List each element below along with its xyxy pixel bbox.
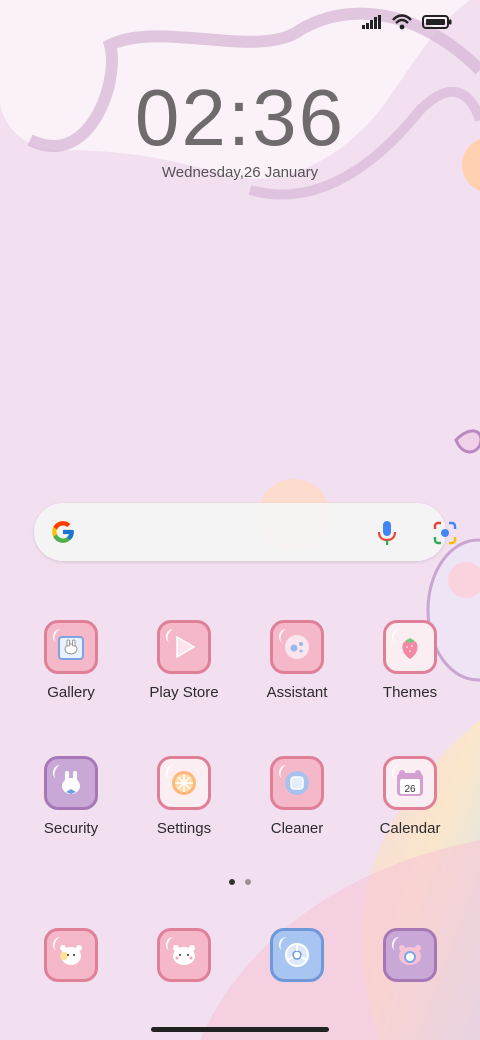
play-store-triangle-icon [157, 620, 211, 674]
clock-date[interactable]: Wednesday,26 January [0, 164, 480, 181]
app-calendar[interactable]: 26 Calendar [354, 756, 466, 837]
page-dot-active[interactable] [229, 879, 235, 885]
clock-time[interactable]: 02:36 [0, 72, 480, 164]
battery-icon [422, 15, 452, 34]
app-label: Security [43, 820, 99, 837]
app-gallery[interactable]: Gallery [15, 620, 127, 701]
app-themes[interactable]: Themes [354, 620, 466, 701]
phone-bear-icon [44, 928, 98, 982]
dock-phone[interactable] [15, 928, 127, 982]
app-label: Settings [156, 820, 212, 837]
signal-icon [362, 15, 382, 34]
dock-chrome[interactable] [241, 928, 353, 982]
dock-messages[interactable] [128, 928, 240, 982]
app-label: Cleaner [270, 820, 324, 837]
page-dot[interactable] [245, 879, 251, 885]
camera-lens-icon[interactable] [432, 521, 458, 550]
wifi-icon [392, 14, 412, 35]
calendar-day-badge: 26 [404, 784, 416, 795]
cleaner-square-icon [270, 756, 324, 810]
messages-bear-icon [157, 928, 211, 982]
calendar-bear-icon: 26 [383, 756, 437, 810]
assistant-dots-icon [270, 620, 324, 674]
status-bar [362, 14, 452, 35]
app-play-store[interactable]: Play Store [128, 620, 240, 701]
app-label: Assistant [266, 684, 328, 701]
camera-bear-icon [383, 928, 437, 982]
search-bar[interactable] [34, 503, 457, 561]
orange-slice-icon [157, 756, 211, 810]
chrome-icon [270, 928, 324, 982]
app-label: Play Store [149, 684, 219, 701]
app-assistant[interactable]: Assistant [241, 620, 353, 701]
google-g-icon [50, 519, 76, 550]
app-label: Calendar [379, 820, 441, 837]
app-label: Gallery [47, 684, 95, 701]
app-security[interactable]: Security [15, 756, 127, 837]
home-indicator[interactable] [151, 1027, 329, 1032]
dock-camera[interactable] [354, 928, 466, 982]
app-label: Themes [382, 684, 438, 701]
strawberry-icon [383, 620, 437, 674]
microphone-icon[interactable] [376, 520, 398, 551]
app-settings[interactable]: Settings [128, 756, 240, 837]
app-cleaner[interactable]: Cleaner [241, 756, 353, 837]
gallery-bunny-frame-icon [44, 620, 98, 674]
security-bunny-icon [44, 756, 98, 810]
